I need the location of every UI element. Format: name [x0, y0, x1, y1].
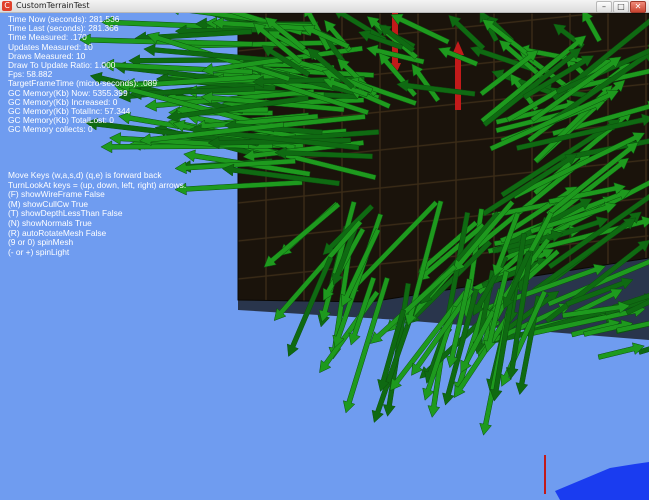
title-bar[interactable]: C CustomTerrainTest – □ ✕: [0, 0, 649, 13]
blue-shape: [555, 462, 649, 500]
app-icon[interactable]: C: [2, 1, 12, 11]
hud-stats: Time Now (seconds): 281.536 Time Last (se…: [8, 14, 157, 135]
window-title: CustomTerrainTest: [16, 1, 90, 10]
normal-arrow: [597, 342, 645, 360]
maximize-icon[interactable]: □: [613, 1, 629, 13]
minimize-icon[interactable]: –: [596, 1, 612, 13]
help-text: Move Keys (w,a,s,d) (q,e) is forward bac…: [8, 170, 186, 257]
help-line: (- or +) spinLight: [8, 246, 70, 257]
hud-line: GC Memory collects: 0: [8, 124, 93, 135]
window-controls: – □ ✕: [596, 1, 646, 13]
close-icon[interactable]: ✕: [630, 1, 646, 13]
